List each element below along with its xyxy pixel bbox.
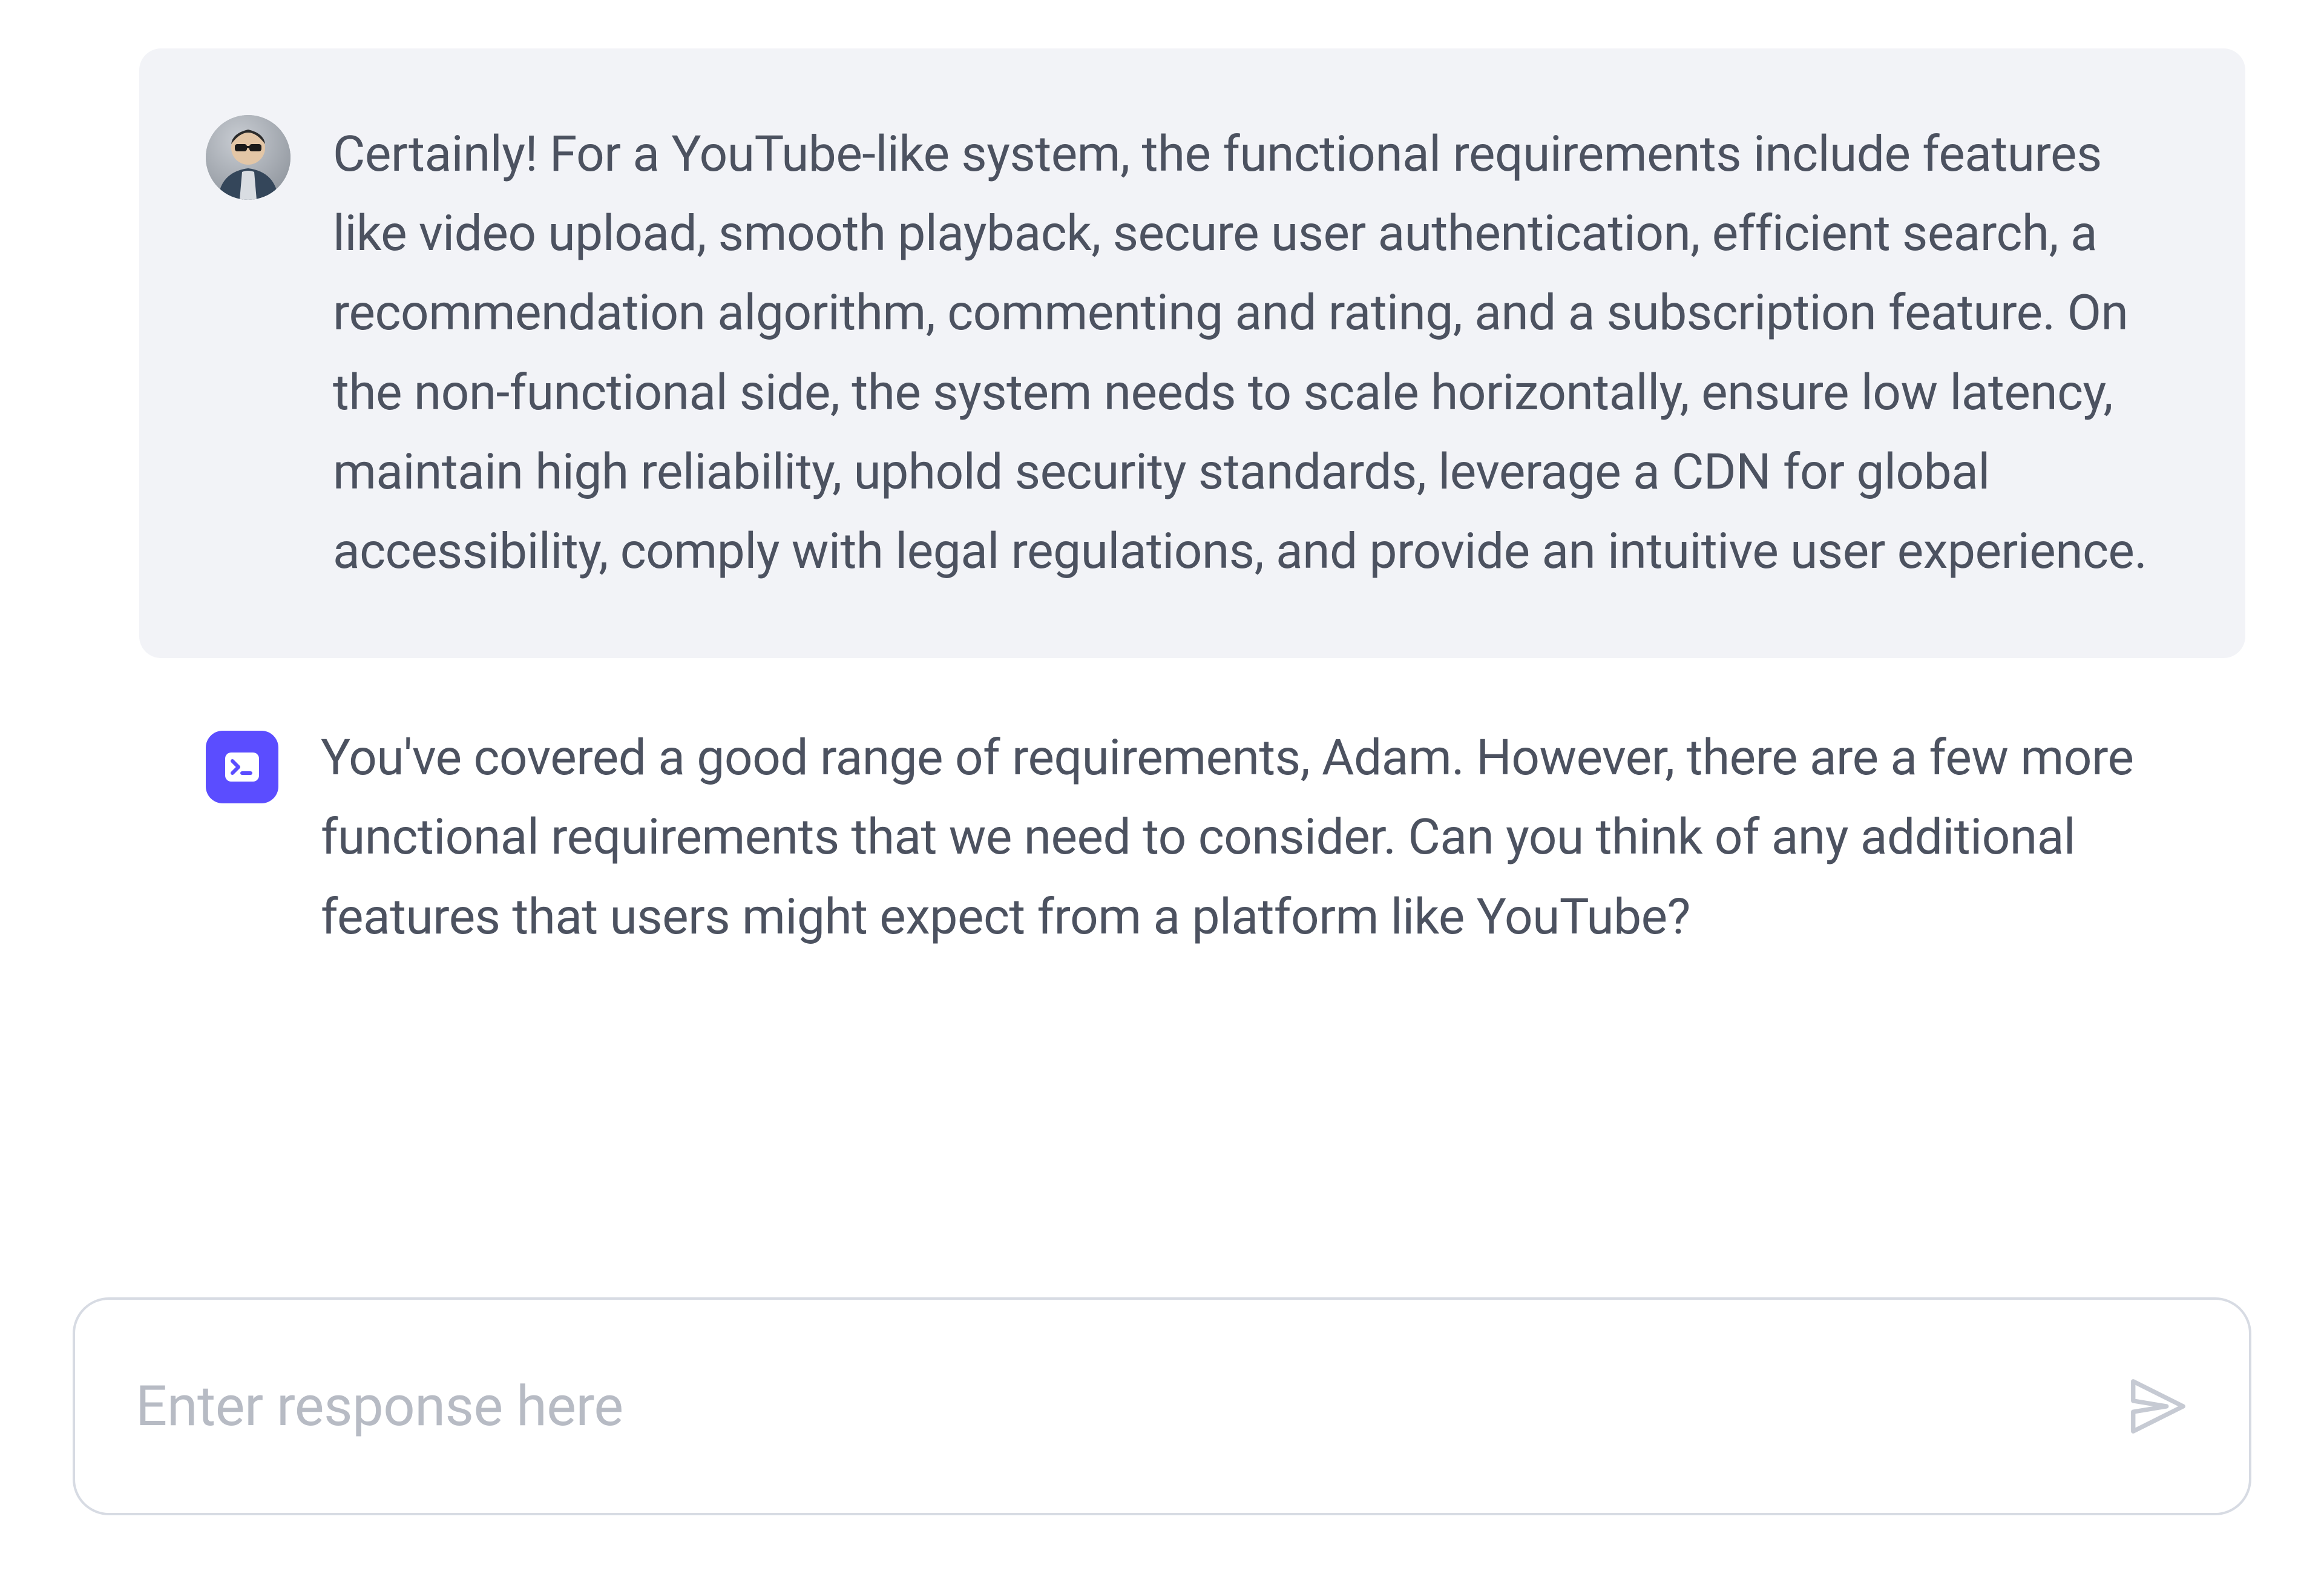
user-avatar-icon	[206, 115, 290, 200]
assistant-avatar	[206, 731, 278, 803]
user-message-bubble: Certainly! For a YouTube-like system, th…	[139, 48, 2245, 658]
avatar	[206, 115, 290, 200]
message-row-assistant: You've covered a good range of requireme…	[139, 719, 2245, 957]
response-input[interactable]	[136, 1374, 2122, 1439]
assistant-message: You've covered a good range of requireme…	[139, 719, 2245, 957]
send-button[interactable]	[2122, 1370, 2194, 1443]
message-row-user: Certainly! For a YouTube-like system, th…	[139, 48, 2245, 658]
terminal-icon	[223, 748, 261, 786]
chat-thread: Certainly! For a YouTube-like system, th…	[139, 48, 2245, 1018]
chat-page: Certainly! For a YouTube-like system, th…	[0, 0, 2324, 1594]
assistant-message-text: You've covered a good range of requireme…	[321, 719, 2179, 957]
send-icon	[2125, 1373, 2191, 1440]
user-message-text: Certainly! For a YouTube-like system, th…	[333, 115, 2179, 591]
response-input-bar	[73, 1297, 2251, 1515]
